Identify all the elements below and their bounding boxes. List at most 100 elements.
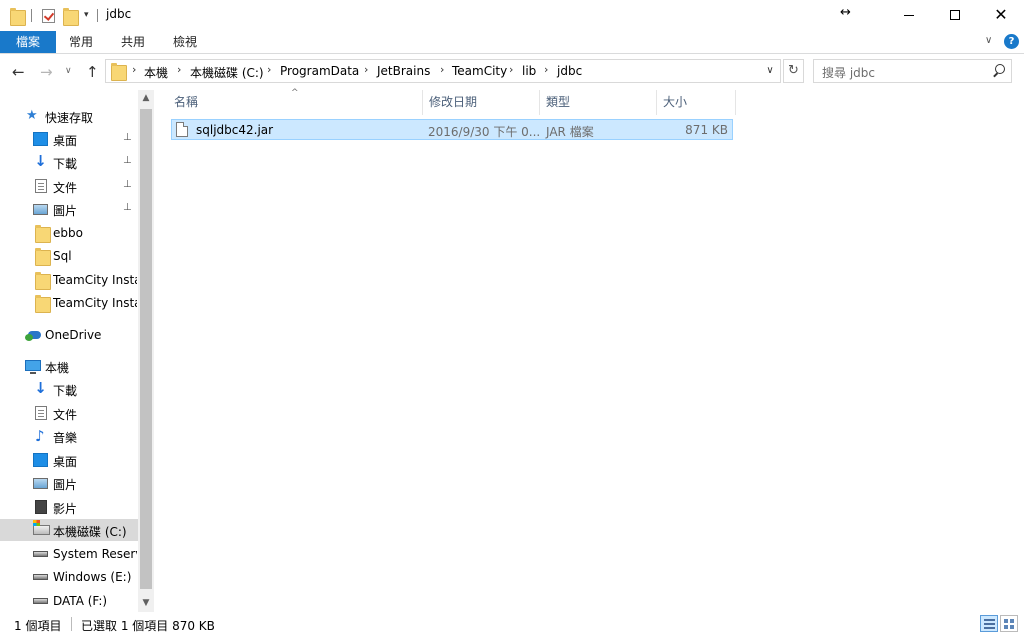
nav-label: 影片 xyxy=(53,502,78,516)
computer-icon xyxy=(25,360,41,374)
resize-cursor-icon: ↔ xyxy=(840,5,851,20)
folder-icon xyxy=(35,295,51,313)
pin-icon[interactable]: ⊥ xyxy=(123,179,132,190)
scroll-down-icon[interactable]: ▼ xyxy=(138,595,154,612)
tab-share[interactable]: 共用 xyxy=(121,31,145,53)
column-header-type[interactable]: 類型 xyxy=(540,90,657,115)
breadcrumb-separator[interactable]: › xyxy=(509,63,513,76)
breadcrumb-programdata[interactable]: ProgramData xyxy=(280,64,359,78)
search-box[interactable]: 搜尋 jdbc xyxy=(813,59,1012,83)
close-button[interactable]: ✕ xyxy=(978,0,1024,30)
folder-icon xyxy=(35,225,51,243)
close-icon: ✕ xyxy=(994,5,1008,24)
new-folder-icon[interactable] xyxy=(63,8,79,26)
tab-file[interactable]: 檔案 xyxy=(0,31,56,53)
breadcrumb-local-disk[interactable]: 本機磁碟 (C:) xyxy=(190,64,264,81)
ribbon-tabs: 檔案 常用 共用 檢視 ∨ ? xyxy=(0,31,1024,54)
breadcrumb-separator[interactable]: › xyxy=(544,63,548,76)
properties-icon[interactable] xyxy=(42,9,55,23)
pin-icon[interactable]: ⊥ xyxy=(123,202,132,213)
navigation-pane: ★ 快速存取 桌面 ⊥ ↓ 下載 ⊥ 文件 ⊥ 圖片 ⊥ ebbo Sql Te… xyxy=(0,90,153,612)
file-list: ^ 名稱 修改日期 類型 大小 sqljdbc42.jar 2016/9/30 … xyxy=(155,88,1024,612)
title-separator xyxy=(97,9,98,22)
onedrive-icon xyxy=(25,329,42,341)
nav-quick-sql[interactable]: Sql xyxy=(0,245,138,267)
breadcrumb-teamcity[interactable]: TeamCity xyxy=(452,64,507,78)
minimize-icon xyxy=(904,14,914,16)
tab-home[interactable]: 常用 xyxy=(69,31,93,53)
nav-pc-downloads[interactable]: ↓ 下載 xyxy=(0,378,138,400)
back-button[interactable]: ← xyxy=(12,63,25,81)
breadcrumb-jetbrains[interactable]: JetBrains xyxy=(377,64,430,78)
large-icons-view-button[interactable] xyxy=(1000,615,1018,632)
breadcrumb-separator[interactable]: › xyxy=(267,63,271,76)
maximize-button[interactable] xyxy=(932,0,978,30)
folder-icon xyxy=(10,8,26,26)
breadcrumb-this-pc[interactable]: 本機 xyxy=(144,64,168,81)
drive-icon xyxy=(33,598,48,604)
nav-pc-desktop[interactable]: 桌面 xyxy=(0,449,138,471)
details-view-button[interactable] xyxy=(980,615,998,632)
forward-button[interactable]: → xyxy=(40,63,53,81)
status-separator xyxy=(71,617,72,631)
item-count: 1 個項目 xyxy=(14,619,62,633)
help-icon[interactable]: ? xyxy=(1004,34,1019,49)
nav-label: 音樂 xyxy=(53,431,78,445)
nav-pc-documents[interactable]: 文件 xyxy=(0,402,138,424)
pictures-icon xyxy=(33,478,48,489)
nav-quick-desktop[interactable]: 桌面 ⊥ xyxy=(0,128,138,150)
pin-icon[interactable]: ⊥ xyxy=(123,132,132,143)
nav-quick-pictures[interactable]: 圖片 ⊥ xyxy=(0,198,138,220)
nav-label: DATA (F:) xyxy=(53,594,108,608)
nav-pc-system-reserved[interactable]: System Reserve xyxy=(0,543,138,565)
nav-quick-ebbo[interactable]: ebbo xyxy=(0,222,138,244)
breadcrumb-separator[interactable]: › xyxy=(177,63,181,76)
scroll-up-icon[interactable]: ▲ xyxy=(138,90,154,107)
nav-pc-windows-e[interactable]: Windows (E:) xyxy=(0,566,138,588)
minimize-button[interactable] xyxy=(886,0,932,30)
nav-quick-documents[interactable]: 文件 ⊥ xyxy=(0,175,138,197)
nav-quick-teamcity-1[interactable]: TeamCity Instal xyxy=(0,269,138,291)
nav-quick-downloads[interactable]: ↓ 下載 ⊥ xyxy=(0,151,138,173)
nav-quick-teamcity-2[interactable]: TeamCity Instal xyxy=(0,292,138,314)
breadcrumb-separator[interactable]: › xyxy=(364,63,368,76)
nav-pc-videos[interactable]: 影片 xyxy=(0,496,138,518)
expand-ribbon-icon[interactable]: ∨ xyxy=(985,35,992,46)
column-header-size[interactable]: 大小 xyxy=(657,90,736,115)
navigation-scrollbar[interactable]: ▲ ▼ xyxy=(138,90,154,612)
nav-pc-pictures[interactable]: 圖片 xyxy=(0,472,138,494)
table-row[interactable]: sqljdbc42.jar 2016/9/30 下午 0... JAR 檔案 8… xyxy=(171,119,733,140)
breadcrumb-lib[interactable]: lib xyxy=(522,64,536,78)
address-dropdown-icon[interactable]: ∨ xyxy=(762,63,778,79)
tab-view[interactable]: 檢視 xyxy=(173,31,197,53)
nav-pc-drive-c[interactable]: 本機磁碟 (C:) xyxy=(0,519,138,541)
column-header-name[interactable]: 名稱 xyxy=(155,90,423,115)
file-size: 871 KB xyxy=(685,123,728,137)
address-bar[interactable]: › 本機 › 本機磁碟 (C:) › ProgramData › JetBrai… xyxy=(105,59,781,83)
breadcrumb-separator[interactable]: › xyxy=(132,63,136,76)
up-button[interactable]: ↑ xyxy=(86,63,99,81)
music-icon: ♪ xyxy=(35,427,45,445)
recent-locations-button[interactable]: ∨ xyxy=(65,66,72,76)
nav-pc-music[interactable]: ♪ 音樂 xyxy=(0,425,138,447)
refresh-button[interactable]: ↻ xyxy=(783,59,804,83)
nav-label: Sql xyxy=(53,249,72,263)
file-modified: 2016/9/30 下午 0... xyxy=(428,125,541,139)
pin-icon[interactable]: ⊥ xyxy=(123,155,132,166)
nav-pc-data-f[interactable]: DATA (F:) xyxy=(0,590,138,612)
search-icon[interactable] xyxy=(992,64,1005,77)
star-icon: ★ xyxy=(26,108,38,123)
nav-label: 文件 xyxy=(53,408,78,422)
nav-quick-access[interactable]: ★ 快速存取 xyxy=(0,105,138,127)
column-header-modified[interactable]: 修改日期 xyxy=(423,90,540,115)
nav-this-pc[interactable]: 本機 xyxy=(0,355,138,377)
search-input[interactable]: 搜尋 jdbc xyxy=(822,64,875,81)
download-icon: ↓ xyxy=(34,379,47,397)
drive-icon xyxy=(33,574,48,580)
nav-label: OneDrive xyxy=(45,328,102,342)
scrollbar-thumb[interactable] xyxy=(140,109,152,589)
customize-quick-access-icon[interactable]: ▾ xyxy=(84,10,89,20)
breadcrumb-jdbc[interactable]: jdbc xyxy=(557,64,582,78)
breadcrumb-separator[interactable]: › xyxy=(440,63,444,76)
nav-onedrive[interactable]: OneDrive xyxy=(0,324,138,346)
